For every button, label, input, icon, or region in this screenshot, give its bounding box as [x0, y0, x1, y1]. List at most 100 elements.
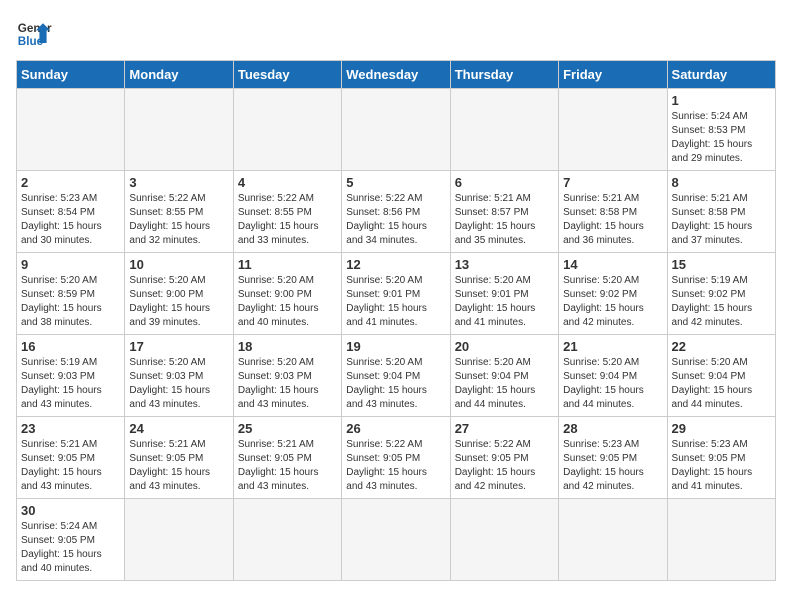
day-number: 23 [21, 421, 120, 436]
calendar-cell: 23 Sunrise: 5:21 AMSunset: 9:05 PMDayligh… [17, 417, 125, 499]
calendar-cell: 20Sunrise: 5:20 AMSunset: 9:04 PMDayligh… [450, 335, 558, 417]
calendar-cell: 21 Sunrise: 5:20 AMSunset: 9:04 PMDayligh… [559, 335, 667, 417]
day-info: Sunrise: 5:21 AMSunset: 9:05 PMDaylight:… [21, 438, 120, 494]
day-info: Sunrise: 5:22 AMSunset: 9:05 PMDaylight:… [455, 438, 554, 494]
calendar-cell [667, 499, 775, 581]
calendar-cell: 16Sunrise: 5:19 AMSunset: 9:03 PMDayligh… [17, 335, 125, 417]
calendar-cell: 2 Sunrise: 5:23 AMSunset: 8:54 PMDaylight… [17, 171, 125, 253]
calendar-week-row: 16Sunrise: 5:19 AMSunset: 9:03 PMDayligh… [17, 335, 776, 417]
weekday-header-sunday: Sunday [17, 61, 125, 89]
day-number: 6 [455, 175, 554, 190]
day-number: 11 [238, 257, 337, 272]
calendar-cell [125, 499, 233, 581]
calendar-cell [342, 499, 450, 581]
day-number: 26 [346, 421, 445, 436]
calendar-cell: 1 Sunrise: 5:24 AMSunset: 8:53 PMDaylight… [667, 89, 775, 171]
day-info: Sunrise: 5:24 AMSunset: 8:53 PMDaylight:… [672, 110, 771, 166]
day-info: Sunrise: 5:21 AMSunset: 8:58 PMDaylight:… [563, 192, 662, 248]
calendar-cell [450, 499, 558, 581]
day-info: Sunrise: 5:20 AMSunset: 9:01 PMDaylight:… [346, 274, 445, 330]
calendar-cell: 7Sunrise: 5:21 AMSunset: 8:58 PMDaylight… [559, 171, 667, 253]
calendar-cell: 27 Sunrise: 5:22 AMSunset: 9:05 PMDayligh… [450, 417, 558, 499]
day-info: Sunrise: 5:20 AMSunset: 9:04 PMDaylight:… [563, 356, 662, 412]
calendar-cell [559, 89, 667, 171]
day-info: Sunrise: 5:21 AMSunset: 9:05 PMDaylight:… [129, 438, 228, 494]
day-info: Sunrise: 5:19 AMSunset: 9:02 PMDaylight:… [672, 274, 771, 330]
day-number: 19 [346, 339, 445, 354]
day-info: Sunrise: 5:21 AMSunset: 8:57 PMDaylight:… [455, 192, 554, 248]
day-number: 4 [238, 175, 337, 190]
calendar-cell [17, 89, 125, 171]
day-number: 24 [129, 421, 228, 436]
calendar-week-row: 9 Sunrise: 5:20 AMSunset: 8:59 PMDaylight… [17, 253, 776, 335]
day-number: 17 [129, 339, 228, 354]
day-info: Sunrise: 5:20 AMSunset: 9:04 PMDaylight:… [346, 356, 445, 412]
day-info: Sunrise: 5:20 AMSunset: 9:03 PMDaylight:… [238, 356, 337, 412]
day-number: 5 [346, 175, 445, 190]
day-info: Sunrise: 5:22 AMSunset: 8:56 PMDaylight:… [346, 192, 445, 248]
day-info: Sunrise: 5:22 AMSunset: 9:05 PMDaylight:… [346, 438, 445, 494]
day-info: Sunrise: 5:20 AMSunset: 8:59 PMDaylight:… [21, 274, 120, 330]
logo: General Blue [16, 16, 52, 52]
day-info: Sunrise: 5:23 AMSunset: 8:54 PMDaylight:… [21, 192, 120, 248]
page-header: General Blue [16, 16, 776, 52]
day-info: Sunrise: 5:21 AMSunset: 9:05 PMDaylight:… [238, 438, 337, 494]
day-info: Sunrise: 5:20 AMSunset: 9:03 PMDaylight:… [129, 356, 228, 412]
calendar-cell: 18 Sunrise: 5:20 AMSunset: 9:03 PMDayligh… [233, 335, 341, 417]
calendar-cell [342, 89, 450, 171]
calendar-cell: 14 Sunrise: 5:20 AMSunset: 9:02 PMDayligh… [559, 253, 667, 335]
day-number: 16 [21, 339, 120, 354]
calendar-cell: 12 Sunrise: 5:20 AMSunset: 9:01 PMDayligh… [342, 253, 450, 335]
day-number: 1 [672, 93, 771, 108]
calendar-cell: 9 Sunrise: 5:20 AMSunset: 8:59 PMDaylight… [17, 253, 125, 335]
day-number: 22 [672, 339, 771, 354]
calendar-cell [559, 499, 667, 581]
calendar-cell [233, 499, 341, 581]
day-number: 29 [672, 421, 771, 436]
calendar-cell: 29Sunrise: 5:23 AMSunset: 9:05 PMDayligh… [667, 417, 775, 499]
weekday-header-thursday: Thursday [450, 61, 558, 89]
calendar-cell: 17 Sunrise: 5:20 AMSunset: 9:03 PMDayligh… [125, 335, 233, 417]
day-info: Sunrise: 5:22 AMSunset: 8:55 PMDaylight:… [238, 192, 337, 248]
day-number: 2 [21, 175, 120, 190]
weekday-header-saturday: Saturday [667, 61, 775, 89]
day-info: Sunrise: 5:20 AMSunset: 9:00 PMDaylight:… [238, 274, 337, 330]
weekday-header-friday: Friday [559, 61, 667, 89]
calendar-cell: 10Sunrise: 5:20 AMSunset: 9:00 PMDayligh… [125, 253, 233, 335]
calendar-cell: 13 Sunrise: 5:20 AMSunset: 9:01 PMDayligh… [450, 253, 558, 335]
day-number: 27 [455, 421, 554, 436]
day-number: 13 [455, 257, 554, 272]
day-number: 18 [238, 339, 337, 354]
day-number: 28 [563, 421, 662, 436]
day-info: Sunrise: 5:20 AMSunset: 9:01 PMDaylight:… [455, 274, 554, 330]
day-info: Sunrise: 5:22 AMSunset: 8:55 PMDaylight:… [129, 192, 228, 248]
day-number: 21 [563, 339, 662, 354]
day-info: Sunrise: 5:20 AMSunset: 9:02 PMDaylight:… [563, 274, 662, 330]
calendar-cell [125, 89, 233, 171]
weekday-header-monday: Monday [125, 61, 233, 89]
day-number: 20 [455, 339, 554, 354]
calendar-cell [233, 89, 341, 171]
calendar-cell: 5 Sunrise: 5:22 AMSunset: 8:56 PMDaylight… [342, 171, 450, 253]
calendar-cell: 28 Sunrise: 5:23 AMSunset: 9:05 PMDayligh… [559, 417, 667, 499]
calendar-week-row: 1 Sunrise: 5:24 AMSunset: 8:53 PMDaylight… [17, 89, 776, 171]
day-number: 14 [563, 257, 662, 272]
calendar-week-row: 23 Sunrise: 5:21 AMSunset: 9:05 PMDayligh… [17, 417, 776, 499]
day-info: Sunrise: 5:24 AMSunset: 9:05 PMDaylight:… [21, 520, 120, 576]
calendar-week-row: 2 Sunrise: 5:23 AMSunset: 8:54 PMDaylight… [17, 171, 776, 253]
logo-icon: General Blue [16, 16, 52, 52]
day-number: 12 [346, 257, 445, 272]
day-number: 15 [672, 257, 771, 272]
day-number: 25 [238, 421, 337, 436]
calendar-cell: 6 Sunrise: 5:21 AMSunset: 8:57 PMDaylight… [450, 171, 558, 253]
day-info: Sunrise: 5:20 AMSunset: 9:04 PMDaylight:… [672, 356, 771, 412]
day-number: 30 [21, 503, 120, 518]
day-number: 9 [21, 257, 120, 272]
day-number: 8 [672, 175, 771, 190]
calendar-cell: 4 Sunrise: 5:22 AMSunset: 8:55 PMDaylight… [233, 171, 341, 253]
calendar-cell: 30 Sunrise: 5:24 AMSunset: 9:05 PMDayligh… [17, 499, 125, 581]
calendar-cell: 8 Sunrise: 5:21 AMSunset: 8:58 PMDaylight… [667, 171, 775, 253]
calendar-cell: 19 Sunrise: 5:20 AMSunset: 9:04 PMDayligh… [342, 335, 450, 417]
day-info: Sunrise: 5:21 AMSunset: 8:58 PMDaylight:… [672, 192, 771, 248]
day-info: Sunrise: 5:23 AMSunset: 9:05 PMDaylight:… [563, 438, 662, 494]
